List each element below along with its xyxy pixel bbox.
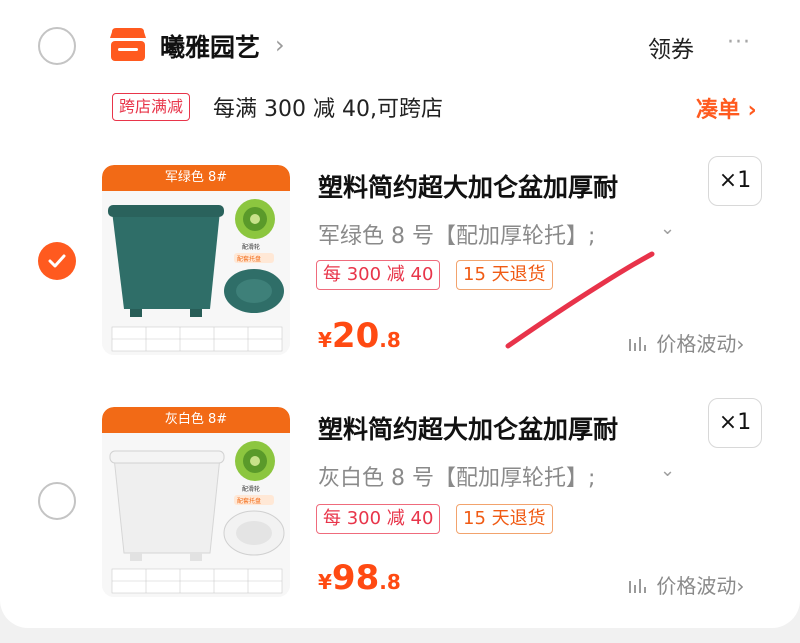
product-image-label: 军绿色 8# [102, 165, 290, 191]
product-title[interactable]: 塑料简约超大加仑盆加厚耐 [318, 168, 618, 204]
shop-chevron-icon[interactable]: › [275, 31, 285, 59]
product-image-label: 灰白色 8# [102, 407, 290, 433]
product-spec[interactable]: 灰白色 8 号【配加厚轮托】; [318, 460, 595, 492]
price-decimal: .8 [379, 570, 401, 594]
price-trend-icon [629, 337, 646, 351]
promo-badge: 跨店满减 [112, 93, 191, 121]
price-trend-link[interactable]: 价格波动› [628, 328, 744, 357]
price-integer: 98 [331, 558, 380, 598]
promo-text: 每满 300 减 40,可跨店 [213, 97, 443, 122]
shop-name[interactable]: 曦雅园艺 [160, 28, 260, 64]
product-price: ¥98.8 [318, 558, 401, 598]
svg-text:配滑轮: 配滑轮 [242, 485, 260, 493]
return-tag: 15 天退货 [456, 260, 553, 290]
product-title[interactable]: 塑料简约超大加仑盆加厚耐 [318, 410, 618, 446]
flower-pot-image: 配滑轮 配套托盘 [102, 191, 290, 355]
product-image[interactable]: 军绿色 8# 配滑轮 配套托盘 [102, 165, 290, 355]
more-icon[interactable]: ··· [727, 30, 751, 55]
spec-chevron-icon[interactable]: ⌄ [660, 218, 675, 239]
item-select-checkbox[interactable] [38, 242, 76, 280]
product-spec[interactable]: 军绿色 8 号【配加厚轮托】; [318, 218, 595, 250]
flower-pot-image: 配滑轮 配套托盘 [102, 433, 290, 597]
shop-icon [110, 28, 146, 61]
cart-shop-card: 曦雅园艺 › 领券 ··· 跨店满减 每满 300 减 40,可跨店 凑单 › … [0, 0, 800, 628]
price-currency: ¥ [318, 570, 332, 594]
item-select-checkbox[interactable] [38, 482, 76, 520]
svg-text:配滑轮: 配滑轮 [242, 243, 260, 251]
price-trend-link[interactable]: 价格波动› [628, 570, 744, 599]
check-icon [48, 254, 66, 268]
price-decimal: .8 [379, 328, 401, 352]
quantity-button[interactable]: ×1 [708, 156, 762, 206]
trend-chevron-icon: › [736, 332, 745, 356]
price-trend-label: 价格波动 [656, 574, 737, 598]
price-trend-label: 价格波动 [656, 332, 737, 356]
trend-chevron-icon: › [736, 574, 745, 598]
product-image[interactable]: 灰白色 8# 配滑轮 配套托盘 [102, 407, 290, 597]
price-integer: 20 [331, 316, 380, 356]
quantity-button[interactable]: ×1 [708, 398, 762, 448]
svg-text:配套托盘: 配套托盘 [237, 497, 261, 505]
price-currency: ¥ [318, 328, 332, 352]
svg-text:配套托盘: 配套托盘 [237, 255, 261, 263]
addon-link[interactable]: 凑单 › [696, 92, 757, 124]
product-price: ¥20.8 [318, 316, 401, 356]
price-trend-icon [629, 579, 646, 593]
shop-select-radio[interactable] [38, 27, 76, 65]
discount-tag: 每 300 减 40 [316, 504, 441, 534]
coupon-button[interactable]: 领券 [648, 30, 694, 64]
discount-tag: 每 300 减 40 [316, 260, 441, 290]
return-tag: 15 天退货 [456, 504, 553, 534]
spec-chevron-icon[interactable]: ⌄ [660, 460, 675, 481]
